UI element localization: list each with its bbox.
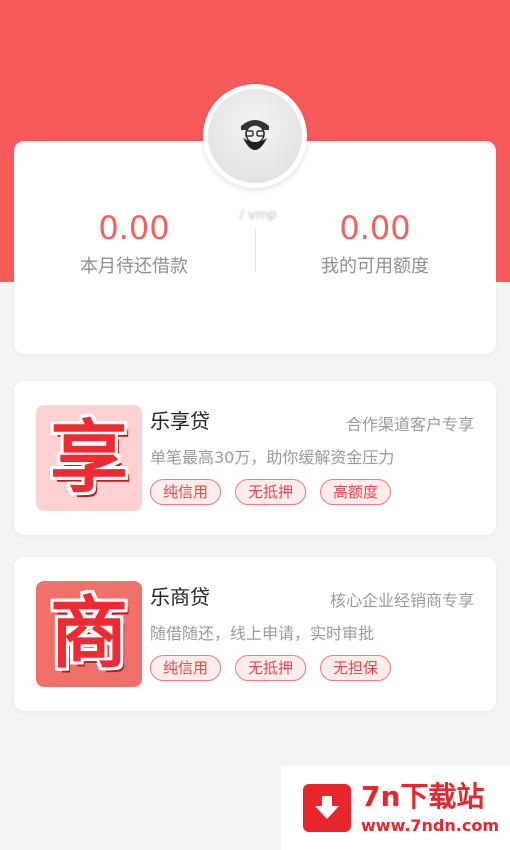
available-credit-label: 我的可用额度 [321,256,429,277]
product-card-leshangdai[interactable]: 商 乐商贷 核心企业经销商专享 随借随还，线上申请，实时审批 纯信用 无抵押 无… [14,557,496,711]
product-icon-char: 商 [49,588,128,679]
product-name: 乐享贷 [150,409,210,433]
chip: 纯信用 [150,655,222,681]
product-tag: 核心企业经销商专享 [329,591,474,610]
xiang-character-icon: 享 [36,405,142,511]
product-card-lexiangdai[interactable]: 享 乐享贷 合作渠道客户专享 单笔最高30万，助你缓解资金压力 纯信用 无抵押 … [14,381,496,535]
monthly-repayment-stat[interactable]: 0.00 本月待还借款 [34,208,234,278]
chip: 高额度 [320,479,392,505]
download-arrow-icon [303,784,351,832]
watermark-title: 7n下载站 [361,780,485,813]
product-description: 随借随还，线上申请，实时审批 [150,624,375,643]
site-watermark: 7n下载站 www.7ndn.com [281,766,510,850]
product-icon-char: 享 [49,412,128,503]
product-chips: 纯信用 无抵押 高额度 [150,479,392,505]
chip: 纯信用 [150,479,222,505]
stat-divider [255,228,256,272]
product-chips: 纯信用 无抵押 无担保 [150,655,392,681]
user-avatar-icon [208,89,302,183]
chip: 无抵押 [235,479,307,505]
chip: 无担保 [320,655,392,681]
monthly-repayment-label: 本月待还借款 [80,256,188,277]
shang-character-icon: 商 [36,581,142,687]
chip: 无抵押 [235,655,307,681]
watermark-url: www.7ndn.com [361,816,499,835]
avatar[interactable] [203,84,307,188]
available-credit-value: 0.00 [339,209,411,247]
monthly-repayment-value: 0.00 [98,209,170,247]
product-description: 单笔最高30万，助你缓解资金压力 [150,448,395,467]
product-tag: 合作渠道客户专享 [345,415,474,434]
product-name: 乐商贷 [150,585,210,609]
available-credit-stat[interactable]: 0.00 我的可用额度 [275,208,475,278]
